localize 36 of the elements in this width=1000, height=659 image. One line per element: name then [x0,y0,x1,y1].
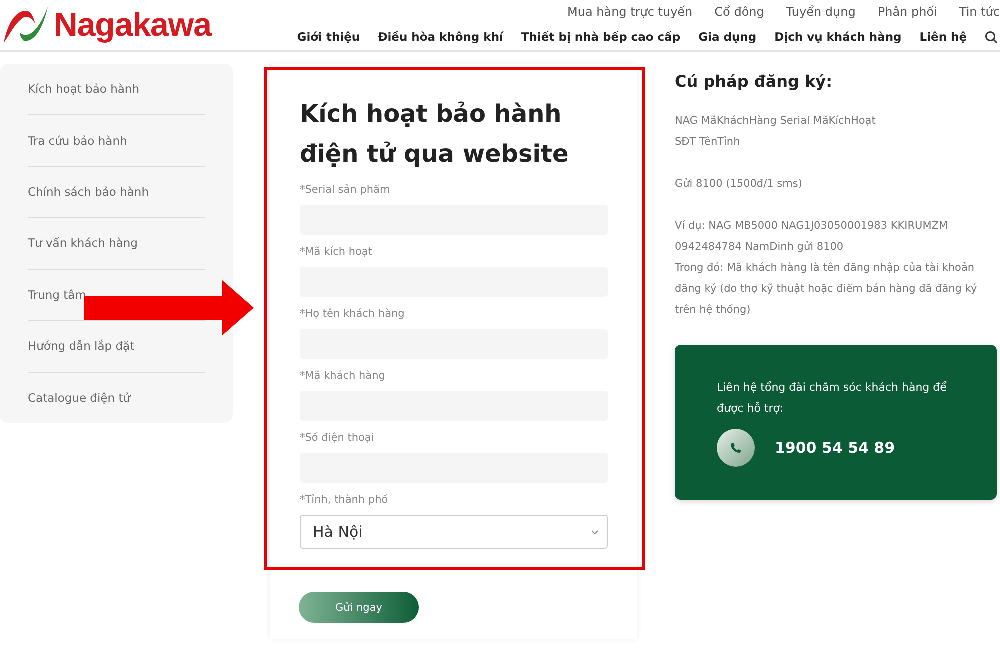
top-nav-link[interactable]: Tuyển dụng [786,5,856,19]
sidebar-item[interactable]: Kích hoạt bảo hành [28,64,205,116]
syntax-text: NAG MãKháchHàng Serial MãKíchHoạt [675,114,877,129]
sidebar-item[interactable]: Catalogue điện tử [28,372,205,423]
syntax-text: 0942484784 NamDinh gửi 8100 [675,240,845,255]
main-nav-link[interactable]: Dịch vụ khách hàng [774,30,902,44]
main-nav-link[interactable]: Liên hệ [920,30,967,44]
top-nav-link[interactable]: Tin tức [959,5,1000,19]
form-title: Kích hoạt bảo hành điện tử qua website [300,99,570,170]
top-nav-link[interactable]: Phân phối [878,5,938,19]
support-text: Liên hệ tổng đài chăm sóc khách hàng để được hỗ trợ: [717,380,947,417]
syntax-text: Trong đó: Mã khách hàng là tên đăng nhập của tài khoản đăng ký (do thợ kỹ thuật hoặc điểm bán hàng đã đăng ký trên hệ thống) [675,261,978,318]
sidebar-item[interactable]: Tra cứu bảo hành [28,115,205,167]
field-label: *Serial sản phẩm [300,184,392,198]
province-dropdown[interactable]: Hà Nội [300,515,608,549]
field-label: *Số điện thoại [300,432,376,446]
sidebar-item[interactable]: Hướng dẫn lắp đặt [28,321,205,373]
main-nav-link[interactable]: Gia dụng [698,30,757,44]
syntax-text: Gửi 8100 (1500đ/1 sms) [675,177,804,192]
logo-text[interactable]: Nagakawa [54,6,212,44]
field-label: *Mã khách hàng [300,370,386,384]
field-label: *Mã kích hoạt [300,246,374,260]
main-nav-link[interactable]: Điều hòa không khí [378,30,504,44]
submit-button[interactable]: Gửi ngay [299,592,419,623]
main-nav-link[interactable]: Giới thiệu [297,30,360,44]
phone-number[interactable]: 1900 54 54 89 [775,439,896,457]
syntax-text: Ví dụ: NAG MB5000 NAG1J03050001983 KKIRUMZM [675,219,950,234]
field-label: *Tỉnh, thành phố [300,494,390,508]
top-nav-link[interactable]: Mua hàng trực tuyến [567,5,693,19]
field-label: *Họ tên khách hàng [300,308,406,322]
main-nav-link[interactable]: Thiết bị nhà bếp cao cấp [521,30,681,44]
top-nav-link[interactable]: Cổ đông [714,5,764,19]
sidebar-item[interactable]: Tư vấn khách hàng [28,218,205,270]
syntax-heading: Cú pháp đăng ký: [675,72,834,91]
sidebar-item[interactable]: Chính sách bảo hành [28,166,205,218]
syntax-text: SĐT TênTỉnh [675,135,742,150]
